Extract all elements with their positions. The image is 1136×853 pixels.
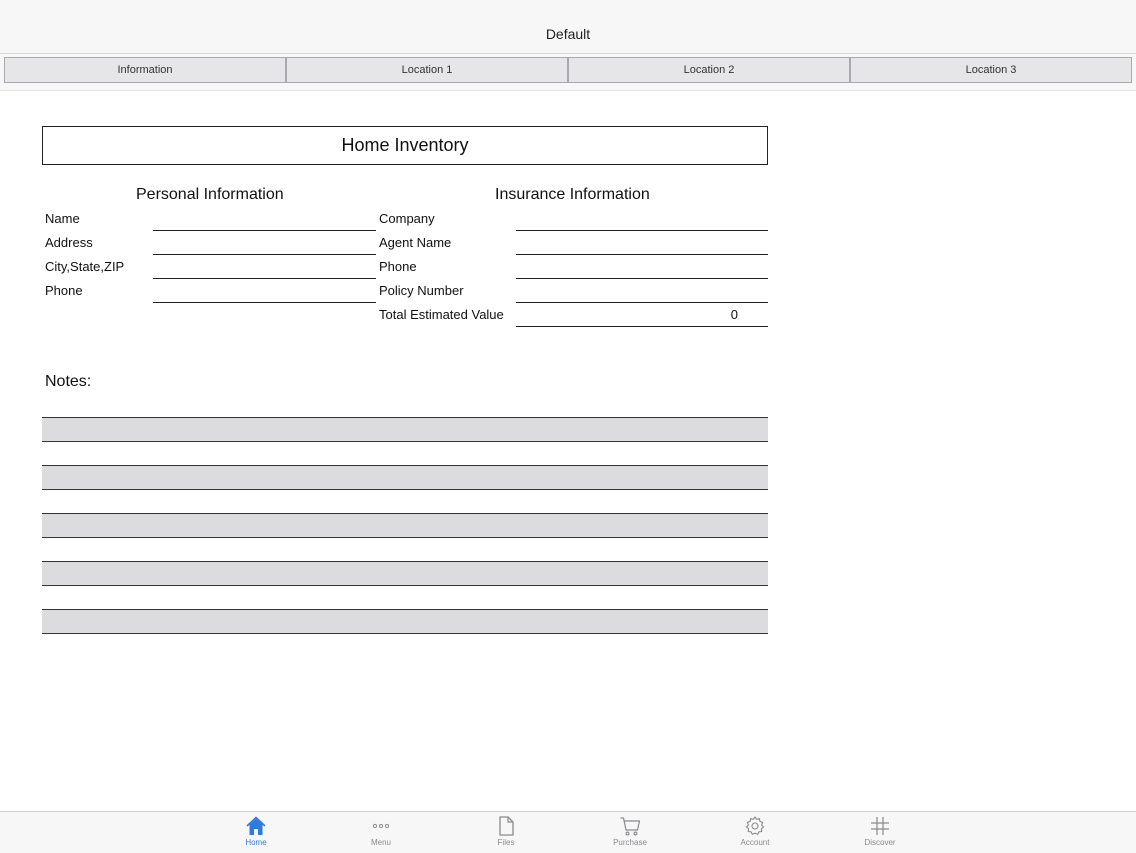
tabbar-discover-label: Discover	[864, 838, 896, 847]
notes-line-10[interactable]	[42, 610, 768, 634]
navigation-bar: Default	[0, 0, 1136, 54]
file-icon	[499, 816, 514, 836]
notes-line-4[interactable]	[42, 466, 768, 490]
tabbar-discover[interactable]: Discover	[845, 815, 915, 853]
insurance-phone-field[interactable]	[516, 261, 768, 279]
notes-line-6[interactable]	[42, 514, 768, 538]
notes-line-2[interactable]	[42, 418, 768, 442]
total-estimated-value: 0	[730, 307, 738, 322]
notes-line-1[interactable]	[42, 394, 768, 418]
tabbar-files-label: Files	[497, 838, 515, 847]
tabbar-account[interactable]: Account	[720, 815, 790, 853]
total-value-underline	[516, 326, 768, 327]
gear-icon	[745, 816, 765, 835]
agent-name-label: Agent Name	[379, 235, 452, 250]
tab-location-3[interactable]: Location 3	[850, 57, 1132, 83]
tab-information[interactable]: Information	[4, 57, 286, 83]
notes-line-3[interactable]	[42, 442, 768, 466]
tab-location-1[interactable]: Location 1	[286, 57, 568, 83]
notes-line-9[interactable]	[42, 586, 768, 610]
company-field[interactable]	[516, 213, 768, 231]
tabbar-menu-label: Menu	[370, 838, 391, 847]
name-label: Name	[45, 211, 80, 226]
notes-line-5[interactable]	[42, 490, 768, 514]
tabbar-home-label: Home	[245, 838, 267, 847]
notes-line-7[interactable]	[42, 538, 768, 562]
city-state-zip-label: City,State,ZIP	[45, 259, 125, 274]
insurance-phone-label: Phone	[379, 259, 417, 274]
form-title: Home Inventory	[42, 126, 768, 165]
insurance-info-heading: Insurance Information	[495, 186, 650, 203]
notes-label: Notes:	[45, 373, 92, 390]
cart-icon	[620, 817, 641, 836]
tabbar-purchase[interactable]: Purchase	[595, 815, 665, 853]
policy-number-label: Policy Number	[379, 283, 464, 298]
policy-number-field[interactable]	[516, 285, 768, 303]
tab-location-2[interactable]: Location 2	[568, 57, 850, 83]
tab-strip: Information Location 1 Location 2 Locati…	[0, 54, 1136, 91]
home-icon	[246, 816, 266, 835]
tabbar-home[interactable]: Home	[221, 815, 291, 853]
agent-name-field[interactable]	[516, 237, 768, 255]
bottom-tab-bar: Home Menu Files Purchase Account Discove…	[0, 811, 1136, 853]
city-state-zip-field[interactable]	[153, 261, 376, 279]
tabbar-menu[interactable]: Menu	[346, 815, 416, 853]
company-label: Company	[379, 211, 435, 226]
personal-phone-label: Phone	[45, 283, 83, 298]
nav-title: Default	[545, 26, 591, 42]
tabbar-purchase-label: Purchase	[613, 838, 647, 847]
ellipsis-icon	[372, 823, 390, 829]
address-label: Address	[45, 235, 93, 250]
name-field[interactable]	[153, 213, 376, 231]
personal-info-heading: Personal Information	[136, 186, 284, 203]
notes-line-8[interactable]	[42, 562, 768, 586]
tabbar-account-label: Account	[740, 838, 770, 847]
grid-icon	[871, 817, 889, 835]
personal-phone-field[interactable]	[153, 285, 376, 303]
tabbar-files[interactable]: Files	[471, 815, 541, 853]
address-field[interactable]	[153, 237, 376, 255]
total-estimated-value-label: Total Estimated Value	[379, 307, 504, 322]
